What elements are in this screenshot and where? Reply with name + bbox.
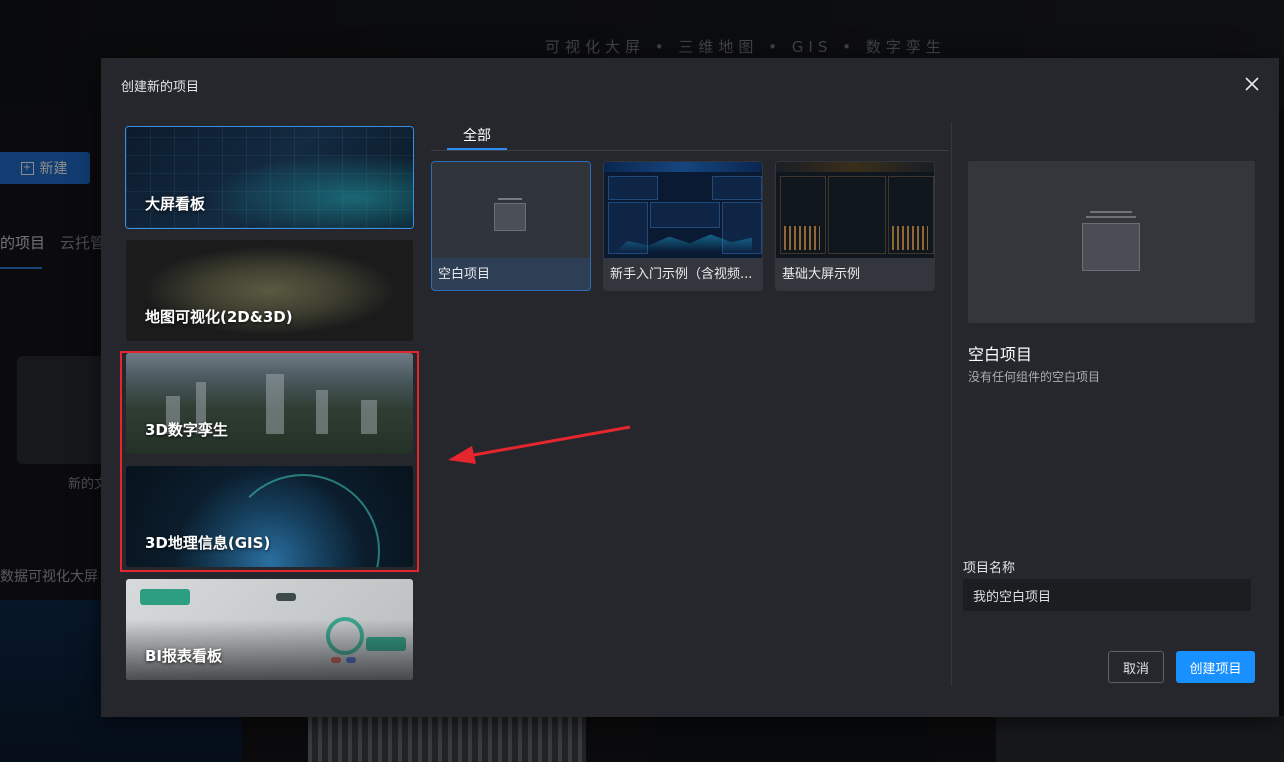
category-bi-report[interactable]: BI报表看板 <box>125 578 414 681</box>
template-thumbnail <box>432 162 590 258</box>
dialog-title: 创建新的项目 <box>121 80 200 95</box>
category-digital-twin[interactable]: 3D数字孪生 <box>125 352 414 455</box>
template-label: 新手入门示例（含视频... <box>610 267 753 282</box>
blank-project-icon <box>494 198 526 231</box>
template-card-blank[interactable]: 空白项目 <box>431 161 591 291</box>
preview-title: 空白项目 <box>968 345 1033 364</box>
create-project-button[interactable]: 创建项目 <box>1176 651 1255 683</box>
tab-all[interactable]: 全部 <box>447 125 507 145</box>
category-label: BI报表看板 <box>145 647 223 665</box>
tab-indicator <box>447 148 507 150</box>
category-label: 大屏看板 <box>145 195 206 213</box>
category-gis[interactable]: 3D地理信息(GIS) <box>125 465 414 568</box>
template-thumbnail <box>604 162 762 258</box>
divider <box>951 122 952 686</box>
category-label: 3D地理信息(GIS) <box>145 534 271 552</box>
category-dashboard[interactable]: 大屏看板 <box>125 126 414 229</box>
create-project-dialog: 创建新的项目 大屏看板 地图可视化(2D&3D) 3D数字孪生 3D地理信息(G… <box>101 58 1279 717</box>
blank-project-icon <box>1082 211 1140 271</box>
category-label: 地图可视化(2D&3D) <box>145 308 293 326</box>
preview-description: 没有任何组件的空白项目 <box>968 370 1101 384</box>
project-name-label: 项目名称 <box>963 561 1016 576</box>
category-map[interactable]: 地图可视化(2D&3D) <box>125 239 414 342</box>
template-label: 基础大屏示例 <box>782 267 861 282</box>
template-preview <box>968 161 1255 323</box>
project-name-input[interactable] <box>963 579 1251 611</box>
cancel-button[interactable]: 取消 <box>1108 651 1164 683</box>
template-card-beginner[interactable]: 新手入门示例（含视频... <box>603 161 763 291</box>
template-card-basic[interactable]: 基础大屏示例 <box>775 161 935 291</box>
category-label: 3D数字孪生 <box>145 421 228 439</box>
template-thumbnail <box>776 162 934 258</box>
template-tabs: 全部 <box>431 120 949 151</box>
close-icon[interactable] <box>1242 74 1262 94</box>
template-label: 空白项目 <box>438 267 491 282</box>
